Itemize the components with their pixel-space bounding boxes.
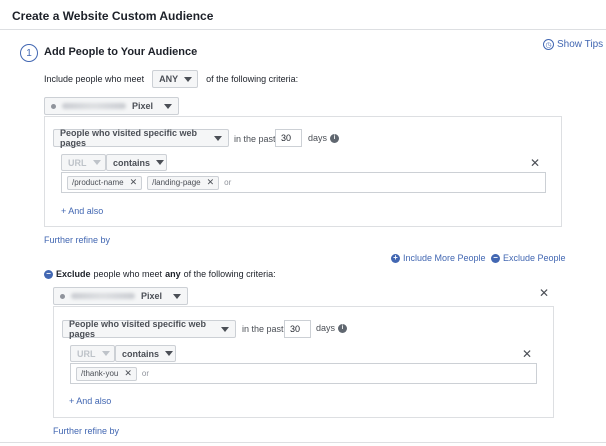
pixel-label: Pixel xyxy=(141,291,163,301)
include-suffix: of the following criteria: xyxy=(206,74,299,84)
include-prefix: Include people who meet xyxy=(44,74,145,84)
minus-circle-icon[interactable]: − xyxy=(44,269,53,279)
exclude-mid-text: people who meet xyxy=(93,269,163,279)
caret-down-icon xyxy=(92,160,101,165)
include-pixel-dropdown[interactable]: Pixel xyxy=(44,97,179,115)
include-criteria-line: Include people who meet ANY of the follo… xyxy=(44,70,298,88)
close-icon[interactable]: ✕ xyxy=(522,348,532,360)
step-title: Add People to Your Audience xyxy=(44,46,198,58)
days-label-group: days i xyxy=(316,323,348,333)
rule-type-value: People who visited specific web pages xyxy=(69,319,207,339)
include-further-refine-link[interactable]: Further refine by xyxy=(44,235,110,245)
caret-down-icon xyxy=(214,135,222,141)
days-label-group: days i xyxy=(308,133,340,143)
exclude-further-refine-link[interactable]: Further refine by xyxy=(53,426,119,436)
pixel-name-redacted xyxy=(62,103,126,109)
or-label: or xyxy=(141,369,150,378)
in-the-past-label: in the past xyxy=(234,134,276,144)
field-value: URL xyxy=(77,348,96,359)
show-tips-link[interactable]: ◷ Show Tips xyxy=(543,39,603,50)
exclude-people-label: Exclude People xyxy=(503,253,566,263)
pixel-label: Pixel xyxy=(132,101,154,111)
exclude-suffix: of the following criteria: xyxy=(183,269,276,279)
url-token: /landing-page ✕ xyxy=(147,175,220,190)
include-more-people-button[interactable]: + Include More People xyxy=(391,253,486,263)
step-number: 1 xyxy=(20,44,38,62)
include-operator-dropdown[interactable]: contains xyxy=(106,154,167,171)
clock-icon: ◷ xyxy=(543,39,554,50)
exclude-operator-dropdown[interactable]: contains xyxy=(115,345,176,362)
close-icon[interactable]: ✕ xyxy=(130,177,138,188)
exclude-url-token-input[interactable]: /thank-you ✕ or xyxy=(70,363,537,384)
exclude-and-also-link[interactable]: + And also xyxy=(69,396,111,406)
caret-down-icon xyxy=(173,293,181,299)
close-icon[interactable]: ✕ xyxy=(207,177,215,188)
exclude-criteria-line: − Exclude people who meet any of the fol… xyxy=(44,269,276,279)
in-the-past-label: in the past xyxy=(242,324,284,334)
caret-down-icon xyxy=(184,76,193,82)
include-url-token-input[interactable]: /product-name ✕ /landing-page ✕ or xyxy=(61,172,546,193)
dialog-title: Create a Website Custom Audience xyxy=(12,9,214,23)
footer-divider xyxy=(0,442,606,443)
url-token: /thank-you ✕ xyxy=(76,366,137,381)
caret-down-icon xyxy=(221,326,229,332)
caret-down-icon xyxy=(101,351,110,356)
match-any-dropdown[interactable]: ANY xyxy=(152,70,199,88)
days-label: days xyxy=(316,323,336,333)
include-rule-type-dropdown[interactable]: People who visited specific web pages xyxy=(53,128,229,148)
exclude-days-input[interactable]: 30 xyxy=(284,320,311,338)
pixel-name-redacted xyxy=(71,293,135,299)
include-and-also-link[interactable]: + And also xyxy=(61,206,103,216)
close-icon[interactable]: ✕ xyxy=(530,157,540,169)
plus-circle-icon: + xyxy=(391,253,400,263)
info-icon[interactable]: i xyxy=(330,133,340,143)
exclude-rule-type-dropdown[interactable]: People who visited specific web pages xyxy=(62,319,236,339)
exclude-any-text: any xyxy=(165,269,181,279)
exclude-field-dropdown[interactable]: URL xyxy=(70,345,115,362)
rule-type-value: People who visited specific web pages xyxy=(60,128,198,148)
minus-circle-icon: − xyxy=(491,253,500,263)
exclude-bold-label: Exclude xyxy=(56,269,91,279)
close-icon[interactable]: ✕ xyxy=(539,287,549,299)
url-token: /product-name ✕ xyxy=(67,175,143,190)
caret-down-icon xyxy=(156,160,165,165)
show-tips-label: Show Tips xyxy=(557,39,604,50)
pixel-status-icon xyxy=(51,103,56,109)
caret-down-icon xyxy=(165,351,174,356)
operator-value: contains xyxy=(113,157,151,168)
header-divider xyxy=(0,29,606,30)
include-more-label: Include More People xyxy=(403,253,486,263)
or-label: or xyxy=(224,178,232,187)
exclude-pixel-dropdown[interactable]: Pixel xyxy=(53,287,188,305)
pixel-status-icon xyxy=(60,293,65,299)
info-icon[interactable]: i xyxy=(338,323,348,333)
operator-value: contains xyxy=(122,348,160,359)
days-label: days xyxy=(308,133,328,143)
include-days-input[interactable]: 30 xyxy=(275,129,302,147)
match-value: ANY xyxy=(159,74,179,84)
exclude-people-button[interactable]: − Exclude People xyxy=(491,253,566,263)
close-icon[interactable]: ✕ xyxy=(124,368,132,379)
caret-down-icon xyxy=(164,103,172,109)
include-field-dropdown[interactable]: URL xyxy=(61,154,106,171)
field-value: URL xyxy=(68,157,87,168)
